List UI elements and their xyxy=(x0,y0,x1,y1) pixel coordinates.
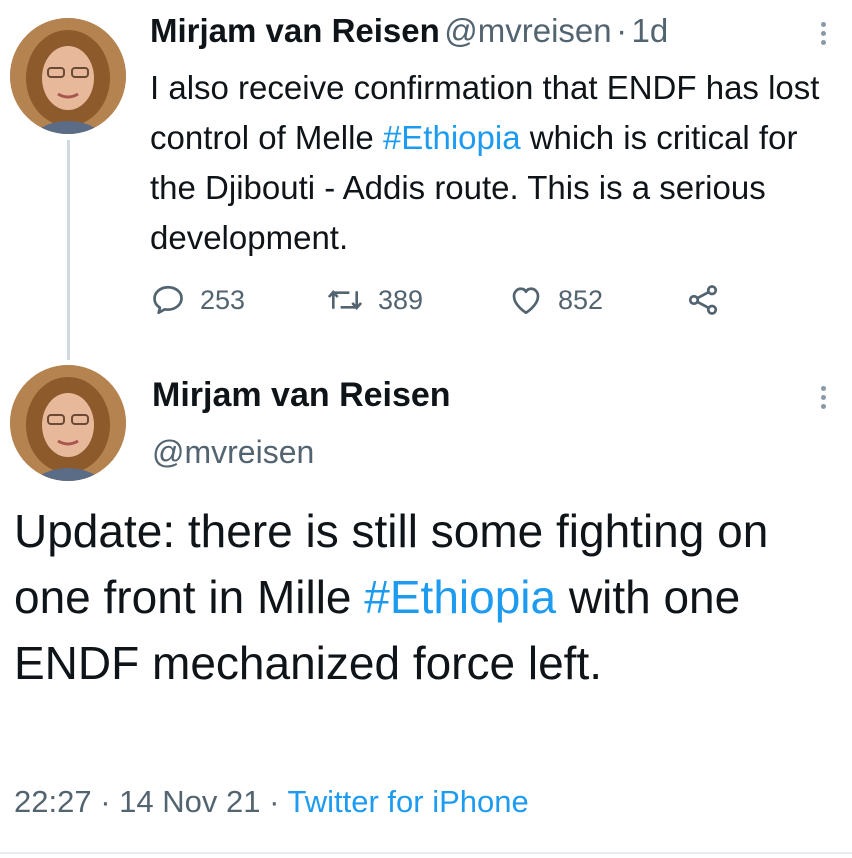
separator: · xyxy=(616,12,628,49)
author-handle[interactable]: @mvreisen xyxy=(152,434,314,471)
like-count: 852 xyxy=(558,284,604,315)
retweet-count: 389 xyxy=(378,284,424,315)
thread-connector-line xyxy=(67,140,70,360)
tweet-header: Mirjam van Reisen @mvreisen · 1d xyxy=(150,12,668,50)
tweet-time[interactable]: 22:27 xyxy=(14,784,92,819)
avatar[interactable] xyxy=(10,18,126,134)
reply-button[interactable]: 253 xyxy=(150,280,245,320)
share-icon xyxy=(688,285,718,315)
tweet-text: I also receive confirmation that ENDF ha… xyxy=(150,63,850,263)
action-bar: 253 389 852 xyxy=(150,280,750,320)
retweet-button[interactable]: 389 xyxy=(326,280,423,320)
like-icon xyxy=(512,287,540,315)
hashtag-link[interactable]: #Ethiopia xyxy=(364,571,556,623)
tweet-metadata: 22:27 · 14 Nov 21 · Twitter for iPhone xyxy=(14,784,529,820)
author-handle[interactable]: @mvreisen xyxy=(444,12,611,49)
separator: · xyxy=(100,784,111,819)
reply-icon xyxy=(153,285,183,315)
author-name[interactable]: Mirjam van Reisen xyxy=(152,376,451,415)
more-icon[interactable] xyxy=(818,386,828,413)
retweet-icon xyxy=(327,289,363,311)
hashtag-link[interactable]: #Ethiopia xyxy=(383,119,521,156)
more-icon[interactable] xyxy=(818,22,828,49)
share-button[interactable] xyxy=(685,280,735,320)
tweet-age[interactable]: 1d xyxy=(632,12,669,49)
tweet-date[interactable]: 14 Nov 21 xyxy=(119,784,260,819)
reply-count: 253 xyxy=(200,284,246,315)
tweet-text: Update: there is still some fighting on … xyxy=(14,498,849,696)
author-name[interactable]: Mirjam van Reisen xyxy=(150,12,440,49)
tweet-source-link[interactable]: Twitter for iPhone xyxy=(288,784,529,819)
separator: · xyxy=(269,784,280,819)
like-button[interactable]: 852 xyxy=(508,280,603,320)
avatar[interactable] xyxy=(10,365,126,481)
divider xyxy=(0,852,852,854)
